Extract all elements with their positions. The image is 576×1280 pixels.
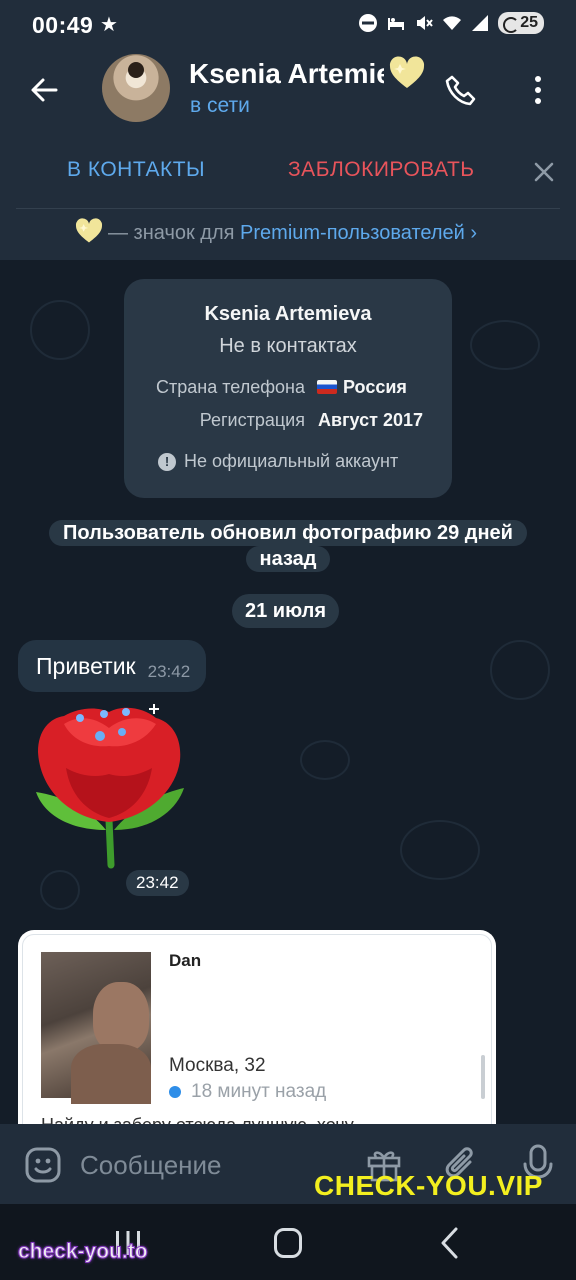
phone-country-value: Россия [317,377,407,398]
sticker-time: 23:42 [126,870,189,896]
service-message: Пользователь обновил фотографию 29 дней … [37,520,539,572]
phone-country-text: Россия [343,377,407,397]
background-doodle [40,870,80,910]
date-chip: 21 июля [232,594,340,628]
chevron-right-icon: › [470,222,478,244]
block-user-button[interactable]: ЗАБЛОКИРОВАТЬ [288,158,475,182]
contact-name[interactable]: Ksenia Artemieva [189,58,384,90]
premium-notice[interactable]: — значок для Premium-пользователей › [0,210,576,260]
home-icon[interactable] [274,1228,302,1258]
rose-sticker[interactable] [30,700,188,870]
background-doodle [300,740,350,780]
profile-preview-card[interactable]: Dan Москва, 32 18 минут назад Найду и за… [18,930,496,1124]
profile-description: Найду и заберу отсюда лучшую, хочу [41,1115,354,1124]
add-to-contacts-button[interactable]: В КОНТАКТЫ [67,158,205,182]
dnd-icon [359,14,378,32]
close-icon[interactable] [532,160,556,184]
online-status: в сети [190,94,250,117]
message-input-bar: Сообщение CHECK-YOU.VIP [0,1124,576,1204]
back-arrow-icon[interactable] [26,72,62,108]
background-doodle [400,820,480,880]
status-bar: 00:49 ★ 25 [0,0,576,52]
last-seen-text: 18 минут назад [191,1081,327,1102]
star-icon: ★ [100,14,118,36]
premium-notice-prefix: — значок для [108,222,241,244]
registration-label: Регистрация [199,410,305,430]
message-text: Приветик [36,652,136,679]
system-nav-bar: check-you.to [0,1204,576,1280]
russia-flag-icon [317,380,337,394]
profile-photo[interactable] [41,952,151,1104]
premium-heart-icon[interactable] [388,56,426,90]
chat-area[interactable]: Ksenia Artemieva Не в контактах Страна т… [0,260,576,1124]
status-icons: 25 [358,12,544,34]
divider [16,208,560,209]
message-time: 23:42 [147,662,191,681]
premium-notice-text: — значок для Premium-пользователей › [108,222,477,245]
profile-last-seen: 18 минут назад [169,1081,326,1103]
action-bar: В КОНТАКТЫ ЗАБЛОКИРОВАТЬ [0,132,576,210]
scrollbar[interactable] [481,1055,485,1099]
nav-back-icon[interactable] [438,1226,462,1260]
service-message-text: Пользователь обновил фотографию 29 дней … [49,520,527,572]
premium-heart-icon [75,218,103,243]
warning-icon: ! [158,452,176,471]
signal-icon [472,15,489,31]
warning-text: Не официальный аккаунт [184,451,399,471]
incoming-message[interactable]: Приветик 23:42 [18,640,207,692]
phone-country-label: Страна телефона [156,377,305,397]
profile-name: Dan [169,951,202,970]
profile-city-age: Москва, 32 [169,1055,266,1076]
battery-icon: 25 [498,12,544,34]
premium-link[interactable]: Premium-пользователей [240,222,465,244]
message-input[interactable]: Сообщение [80,1150,222,1181]
info-card-name: Ksenia Artemieva [204,303,372,325]
emoji-icon[interactable] [24,1146,62,1184]
more-vert-icon[interactable] [528,72,548,108]
background-doodle [470,320,540,370]
unofficial-account-warning: ! Не официальный аккаунт [158,451,398,472]
info-card-subtitle: Не в контактах [219,335,357,357]
avatar[interactable] [102,54,170,122]
registration-value: Август 2017 [318,410,423,430]
background-doodle [490,640,550,700]
chat-header: Ksenia Artemieva в сети [0,52,576,132]
background-doodle [30,300,90,360]
wifi-icon [443,16,462,30]
watermark-text: CHECK-YOU.VIP [314,1170,543,1201]
online-dot-icon [169,1086,181,1098]
contact-info-card: Ksenia Artemieva Не в контактах Страна т… [124,279,452,498]
watermark-small: check-you.to [18,1240,149,1264]
mute-icon [417,16,433,30]
profile-card-frame: Dan Москва, 32 18 минут назад Найду и за… [22,934,492,1124]
phone-icon[interactable] [444,74,478,108]
clock: 00:49 [32,12,94,38]
bed-icon [388,18,405,30]
